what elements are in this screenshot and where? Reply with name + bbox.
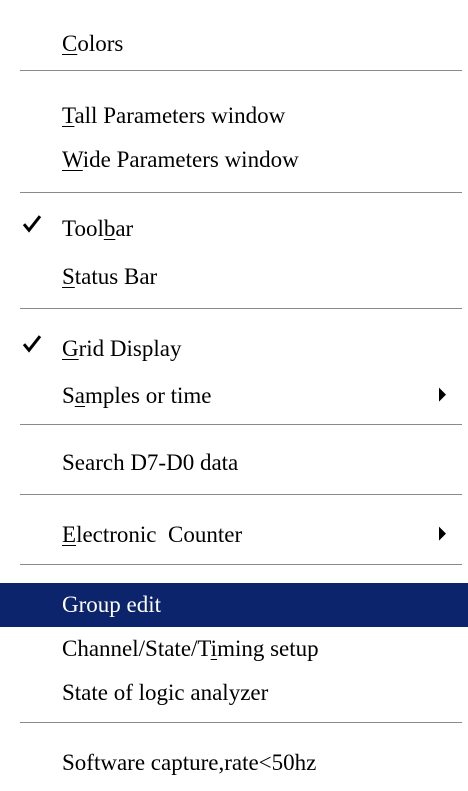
menu-item-label: Samples or time (62, 383, 212, 408)
menu-item-colors[interactable]: Colors (0, 22, 468, 66)
menu-item-group-edit[interactable]: Group edit (0, 583, 468, 627)
menu-separator (20, 424, 462, 426)
menu-separator (20, 564, 462, 566)
menu-item-toolbar[interactable]: Toolbar (0, 207, 468, 251)
submenu-arrow-icon (439, 526, 446, 541)
menu-item-label: Colors (62, 31, 124, 56)
menu-item-label: Channel/State/Timing setup (62, 636, 319, 661)
menu-item-label: Electronic Counter (62, 522, 243, 547)
menu-item-label: Search D7-D0 data (62, 450, 239, 475)
checkmark-icon (22, 335, 42, 353)
menu-item-label: Group edit (62, 592, 162, 617)
checkmark-icon (22, 215, 42, 233)
menu-item-wide-parameters-window[interactable]: Wide Parameters window (0, 138, 468, 182)
menu-item-search-data[interactable]: Search D7-D0 data (0, 441, 468, 485)
menu-separator (20, 192, 462, 194)
menu-item-grid-display[interactable]: Grid Display (0, 327, 468, 371)
menu-separator (20, 308, 462, 310)
menu-item-tall-parameters-window[interactable]: Tall Parameters window (0, 94, 468, 138)
menu-item-label: Tall Parameters window (62, 103, 286, 128)
menu-separator (20, 70, 462, 72)
menu-item-samples-or-time[interactable]: Samples or time (0, 374, 468, 418)
menu-separator (20, 722, 462, 724)
menu-item-electronic-counter[interactable]: Electronic Counter (0, 513, 468, 557)
menu-item-label: State of logic analyzer (62, 680, 269, 705)
menu-item-state-of-logic-analyzer[interactable]: State of logic analyzer (0, 671, 468, 715)
menu-item-label: Grid Display (62, 336, 182, 361)
submenu-arrow-icon (439, 387, 446, 402)
context-menu: Colors Tall Parameters window Wide Param… (0, 0, 468, 791)
menu-item-label: Wide Parameters window (62, 147, 299, 172)
menu-item-label: Status Bar (62, 264, 158, 289)
menu-item-label: Toolbar (62, 216, 134, 241)
menu-item-software-capture[interactable]: Software capture,rate<50hz (0, 741, 468, 785)
menu-item-channel-state-timing-setup[interactable]: Channel/State/Timing setup (0, 627, 468, 671)
menu-item-status-bar[interactable]: Status Bar (0, 255, 468, 299)
menu-separator (20, 494, 462, 496)
menu-item-label: Software capture,rate<50hz (62, 750, 317, 775)
